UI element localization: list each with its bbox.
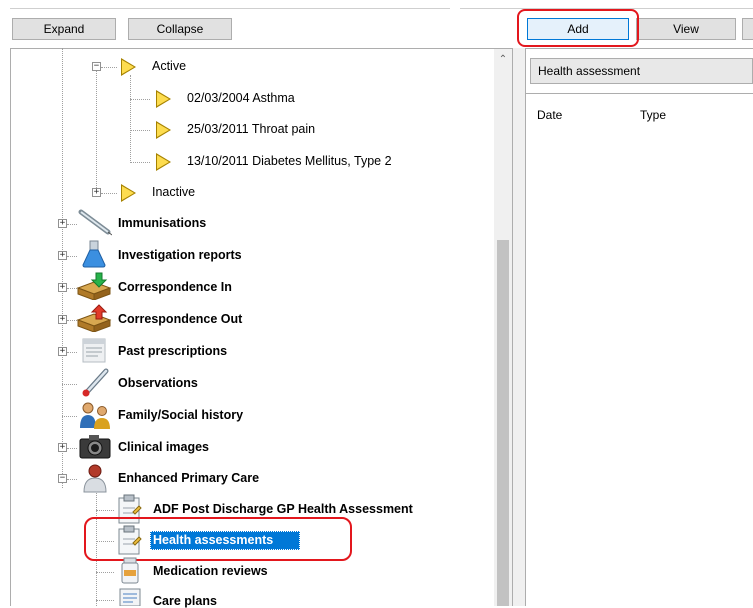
inactive-expander[interactable]: + [92,188,101,197]
flask-icon [82,240,106,268]
tree-node-past-prescriptions[interactable]: Past prescriptions [118,344,227,358]
type-dropdown[interactable]: Health assessment [530,58,753,84]
type-dropdown-value: Health assessment [538,64,641,78]
correspondence-out-expander[interactable]: + [58,315,67,324]
tree-node-active[interactable]: Active [152,59,186,73]
top-border-left [10,8,450,9]
tree-node-investigation-reports[interactable]: Investigation reports [118,248,242,262]
inactive-folder-icon [121,184,137,202]
problem-icon [156,90,172,108]
thermometer-icon [82,368,109,397]
past-prescriptions-expander[interactable]: + [58,347,67,356]
tree-line [130,99,150,100]
tree-node-clinical-images[interactable]: Clinical images [118,440,209,454]
tree-line [130,130,150,131]
correspondence-in-expander[interactable]: + [58,283,67,292]
tree-line [67,352,77,353]
list-panel [526,93,753,606]
tree-line [62,384,77,385]
tree-line [130,75,131,163]
outbox-icon [76,304,112,332]
tree-line [96,70,97,192]
tree-line [96,600,114,601]
expand-button[interactable]: Expand [12,18,116,40]
next-toolbar-button[interactable] [742,18,753,40]
tree-line [67,448,77,449]
tree-line [96,572,114,573]
tree-line [67,224,77,225]
view-button[interactable]: View [636,18,736,40]
tree-node-adf-post-discharge[interactable]: ADF Post Discharge GP Health Assessment [153,502,413,516]
tree-node-observations[interactable]: Observations [118,376,198,390]
active-expander[interactable]: − [92,62,101,71]
tree-node-inactive[interactable]: Inactive [152,185,195,199]
investigation-reports-expander[interactable]: + [58,251,67,260]
tree-line [67,256,77,257]
tree-line [96,510,114,511]
tree-node-family-social-history[interactable]: Family/Social history [118,408,243,422]
tree-node-enhanced-primary-care[interactable]: Enhanced Primary Care [118,471,259,485]
problem-icon [156,153,172,171]
health-assessments-highlight [84,517,352,561]
scrollbar-thumb[interactable] [497,240,509,606]
tree-line [67,479,77,480]
tree-node-correspondence-out[interactable]: Correspondence Out [118,312,242,326]
panel-splitter[interactable] [513,48,525,606]
column-header-date[interactable]: Date [537,108,562,122]
tree-line [62,416,77,417]
tree-line [62,48,63,488]
scroll-up-arrow[interactable]: ⌃ [494,52,512,68]
camera-icon [79,435,111,459]
inbox-icon [76,272,112,300]
add-button-highlight [517,9,639,47]
family-icon [80,402,110,429]
column-header-type[interactable]: Type [640,108,666,122]
tree-line [101,67,117,68]
tree-node-immunisations[interactable]: Immunisations [118,216,206,230]
care-plan-icon [119,588,141,606]
syringe-icon [78,209,112,236]
problem-icon [156,121,172,139]
medication-bottle-icon [121,557,139,584]
immunisations-expander[interactable]: + [58,219,67,228]
enhanced-primary-care-expander[interactable]: − [58,474,67,483]
collapse-button[interactable]: Collapse [128,18,232,40]
tree-node-correspondence-in[interactable]: Correspondence In [118,280,232,294]
active-folder-icon [121,58,137,76]
tree-node-medication-reviews[interactable]: Medication reviews [153,564,268,578]
tree-node-problem[interactable]: 13/10/2011 Diabetes Mellitus, Type 2 [187,154,392,168]
clinical-images-expander[interactable]: + [58,443,67,452]
tree-line [130,162,150,163]
tree-node-problem[interactable]: 02/03/2004 Asthma [187,91,295,105]
tree-line [101,193,117,194]
doctor-icon [83,464,107,493]
tree-node-problem[interactable]: 25/03/2011 Throat pain [187,122,315,136]
prescription-icon [82,338,106,363]
